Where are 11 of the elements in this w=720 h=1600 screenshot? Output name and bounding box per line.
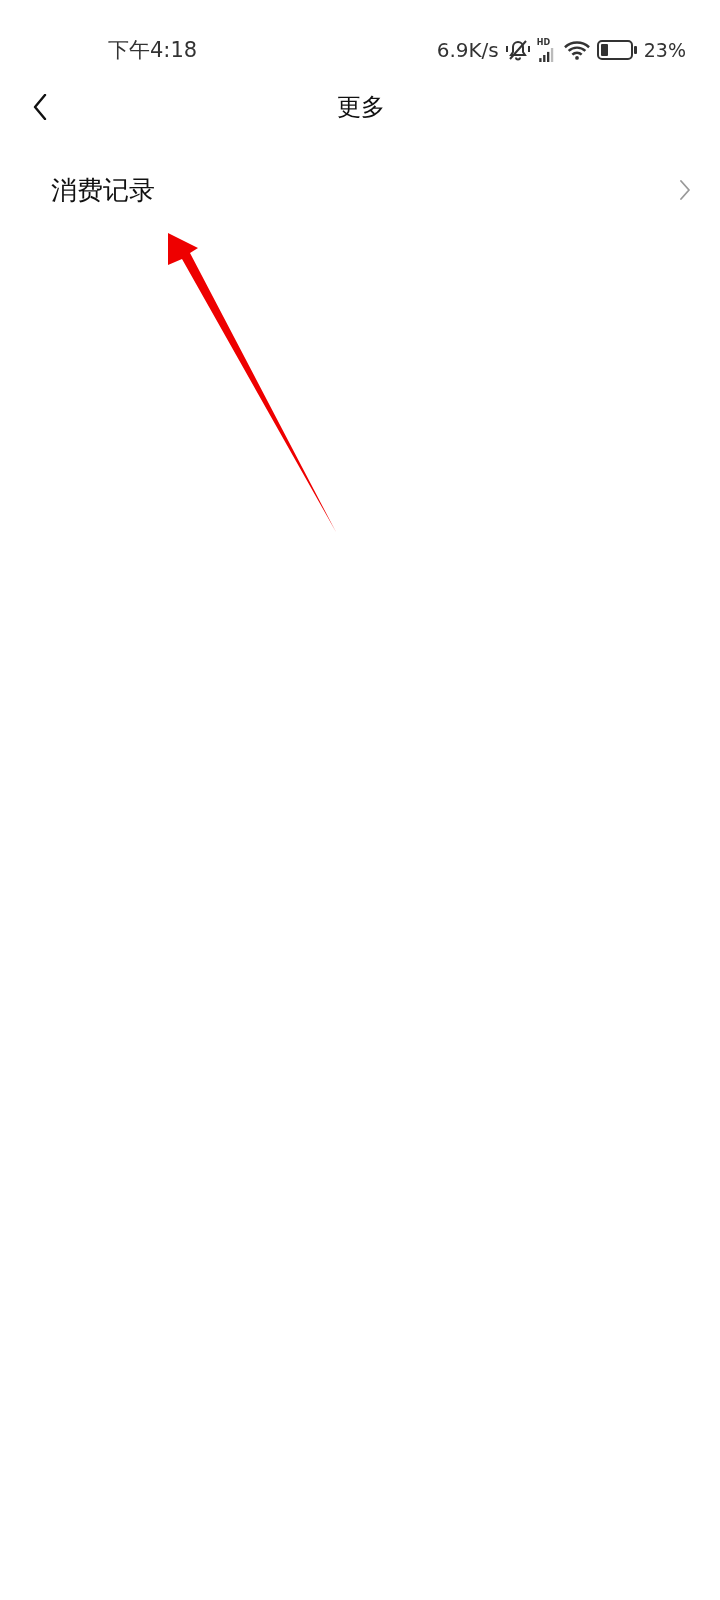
wifi-icon (563, 40, 590, 60)
battery-percent: 23% (643, 39, 686, 61)
battery-icon (596, 40, 637, 60)
menu-item[interactable]: 消费记录 (0, 134, 720, 246)
back-icon[interactable] (33, 94, 47, 120)
network-speed: 6.9K/s (436, 38, 499, 62)
page-title: 更多 (337, 92, 385, 123)
muted-bell-icon (505, 39, 530, 61)
hd-label: HD (536, 38, 551, 47)
status-time: 下午4:18 (108, 37, 198, 64)
chevron-right-icon (680, 180, 690, 200)
